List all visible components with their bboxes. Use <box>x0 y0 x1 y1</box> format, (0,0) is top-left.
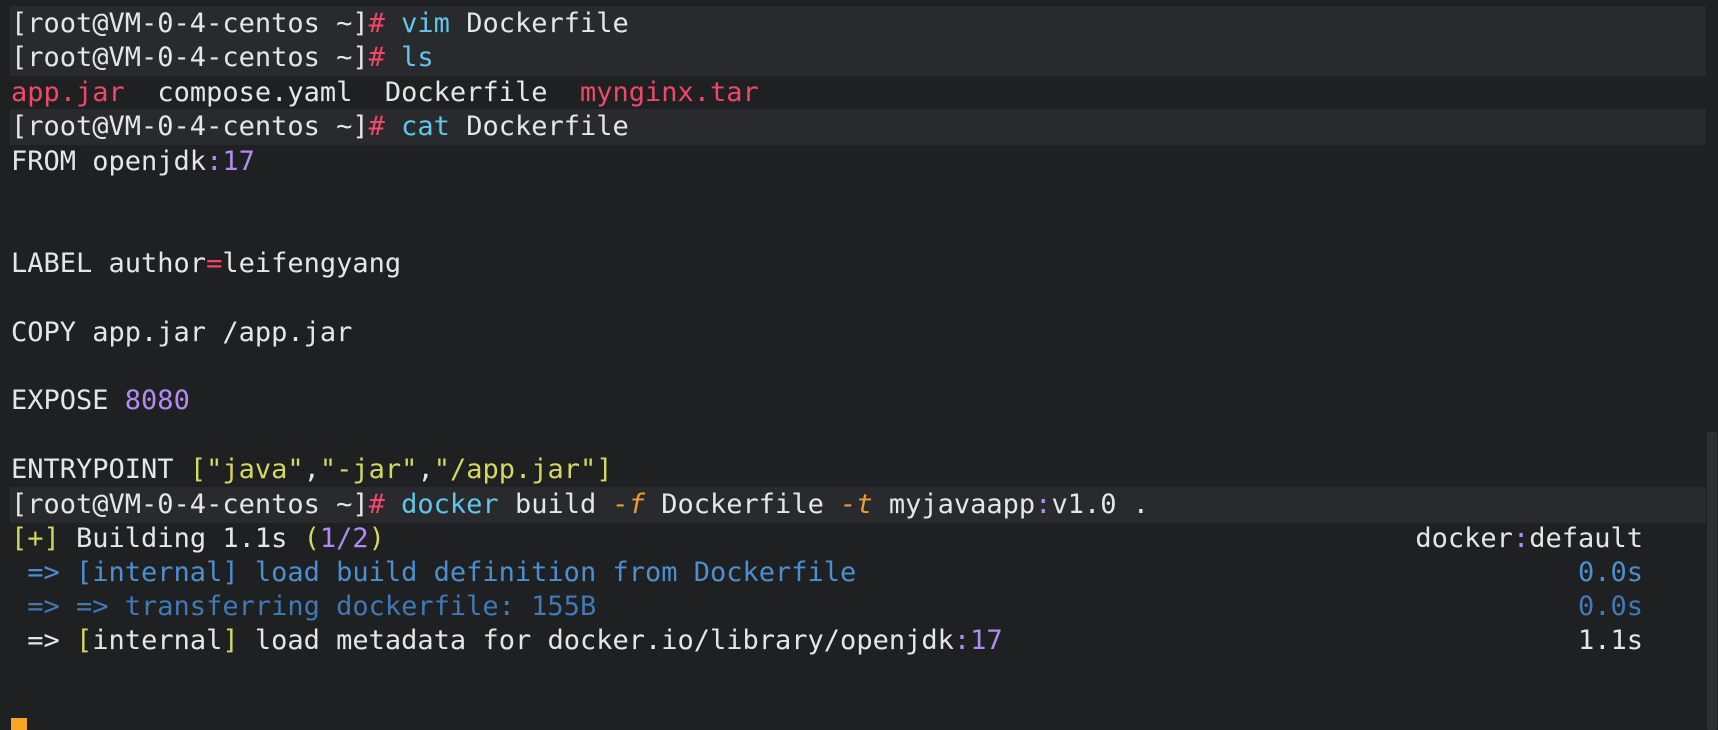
command-arg: build <box>498 489 613 520</box>
copy-instruction: COPY app.jar /app.jar <box>11 317 353 348</box>
build-step-1: => [internal] load build definition from… <box>11 554 856 592</box>
image-colon: : <box>1035 489 1052 520</box>
build-arrow: => <box>11 625 77 656</box>
file-mynginx-tar: mynginx.tar <box>579 77 759 108</box>
context-name: docker <box>1415 523 1513 554</box>
prompt: [root@VM-0-4-centos ~] <box>11 111 369 142</box>
label-value: leifengyang <box>222 248 402 279</box>
build-step-time: 0.0s <box>1577 591 1643 622</box>
prompt: [root@VM-0-4-centos ~] <box>11 489 369 520</box>
prompt-hash: # <box>368 111 385 142</box>
build-step-2: => => transferring dockerfile: 155B <box>11 588 596 626</box>
command-verb: vim <box>401 8 450 39</box>
command-line-vim: [root@VM-0-4-centos ~]# vim Dockerfile <box>11 5 629 43</box>
build-internal: internal <box>92 625 223 656</box>
dockerfile-label-line: LABEL author=leifengyang <box>11 245 401 283</box>
command-verb: ls <box>401 42 434 73</box>
terminal-window[interactable]: [root@VM-0-4-centos ~]# vim Dockerfile [… <box>0 0 1718 730</box>
from-tag: 17 <box>222 146 255 177</box>
build-bracket: ] <box>222 625 239 656</box>
build-bracket: [ <box>76 625 93 656</box>
build-step-time: 0.0s <box>1577 557 1643 588</box>
scrollbar[interactable] <box>1706 0 1718 730</box>
terminal-cursor <box>11 718 27 730</box>
entrypoint-arg-jar: "-jar" <box>319 454 418 485</box>
from-colon: : <box>206 146 223 177</box>
file-dockerfile: Dockerfile <box>384 77 548 108</box>
prompt-hash: # <box>368 42 385 73</box>
expose-instruction: EXPOSE <box>11 385 125 416</box>
command-line-docker-build: [root@VM-0-4-centos ~]# docker build -f … <box>11 486 1149 524</box>
build-paren: ( <box>303 523 320 554</box>
file-app-jar: app.jar <box>11 77 125 108</box>
image-name: myjavaapp <box>872 489 1036 520</box>
build-text: Building 1.1s <box>59 523 304 554</box>
label-instruction: LABEL author <box>11 248 207 279</box>
prompt-hash: # <box>368 8 385 39</box>
entrypoint-instruction: ENTRYPOINT <box>11 454 190 485</box>
command-arg: Dockerfile <box>449 111 629 142</box>
image-tag: v1.0 . <box>1051 489 1149 520</box>
dockerfile-expose-line: EXPOSE 8080 <box>11 382 190 420</box>
entrypoint-comma: , <box>417 454 434 485</box>
file-compose-yaml: compose.yaml <box>157 77 353 108</box>
build-paren: ) <box>368 523 385 554</box>
prompt: [root@VM-0-4-centos ~] <box>11 8 369 39</box>
entrypoint-comma: , <box>303 454 320 485</box>
build-step-2-time: 0.0s <box>1578 588 1643 626</box>
build-step-time: 1.1s <box>1577 625 1643 656</box>
flag-t: -t <box>840 489 873 520</box>
prompt-hash: # <box>368 489 385 520</box>
build-tag: 17 <box>970 625 1003 656</box>
command-arg: Dockerfile <box>645 489 841 520</box>
build-step-text: => [internal] load build definition from… <box>11 557 857 588</box>
label-equals: = <box>206 248 223 279</box>
build-plus: [+] <box>11 523 60 554</box>
command-verb: docker <box>401 489 499 520</box>
entrypoint-arg-path: "/app.jar" <box>433 454 597 485</box>
build-progress: 1/2 <box>319 523 369 554</box>
from-instruction: FROM openjdk <box>11 146 207 177</box>
entrypoint-bracket-close: ] <box>596 454 613 485</box>
prompt: [root@VM-0-4-centos ~] <box>11 42 369 73</box>
scrollbar-thumb[interactable] <box>1707 432 1717 730</box>
build-step-text: => => transferring dockerfile: 155B <box>11 591 597 622</box>
build-status-line: [+] Building 1.1s (1/2) <box>11 520 385 558</box>
command-arg: Dockerfile <box>449 8 629 39</box>
build-step-1-time: 0.0s <box>1578 554 1643 592</box>
context-value: default <box>1529 523 1643 554</box>
entrypoint-bracket-open: [ <box>189 454 207 485</box>
flag-f: -f <box>612 489 646 520</box>
context-colon: : <box>1512 523 1530 554</box>
dockerfile-entrypoint-line: ENTRYPOINT ["java","-jar","/app.jar"] <box>11 451 613 489</box>
build-colon: : <box>953 625 971 656</box>
dockerfile-copy-line: COPY app.jar /app.jar <box>11 314 352 352</box>
command-verb: cat <box>401 111 450 142</box>
build-step-3-time: 1.1s <box>1578 622 1643 660</box>
text-cursor-icon <box>488 640 490 648</box>
build-step-text: load metadata for docker.io/library/open… <box>238 625 954 656</box>
command-line-ls: [root@VM-0-4-centos ~]# ls <box>11 39 434 77</box>
ls-output: app.jar compose.yaml Dockerfile mynginx.… <box>11 74 759 112</box>
build-context: docker:default <box>1415 520 1643 558</box>
build-step-3: => [internal] load metadata for docker.i… <box>11 622 1003 660</box>
entrypoint-arg-java: "java" <box>206 454 304 485</box>
expose-port: 8080 <box>124 385 190 416</box>
dockerfile-from-line: FROM openjdk:17 <box>11 143 255 181</box>
command-line-cat: [root@VM-0-4-centos ~]# cat Dockerfile <box>11 108 629 146</box>
